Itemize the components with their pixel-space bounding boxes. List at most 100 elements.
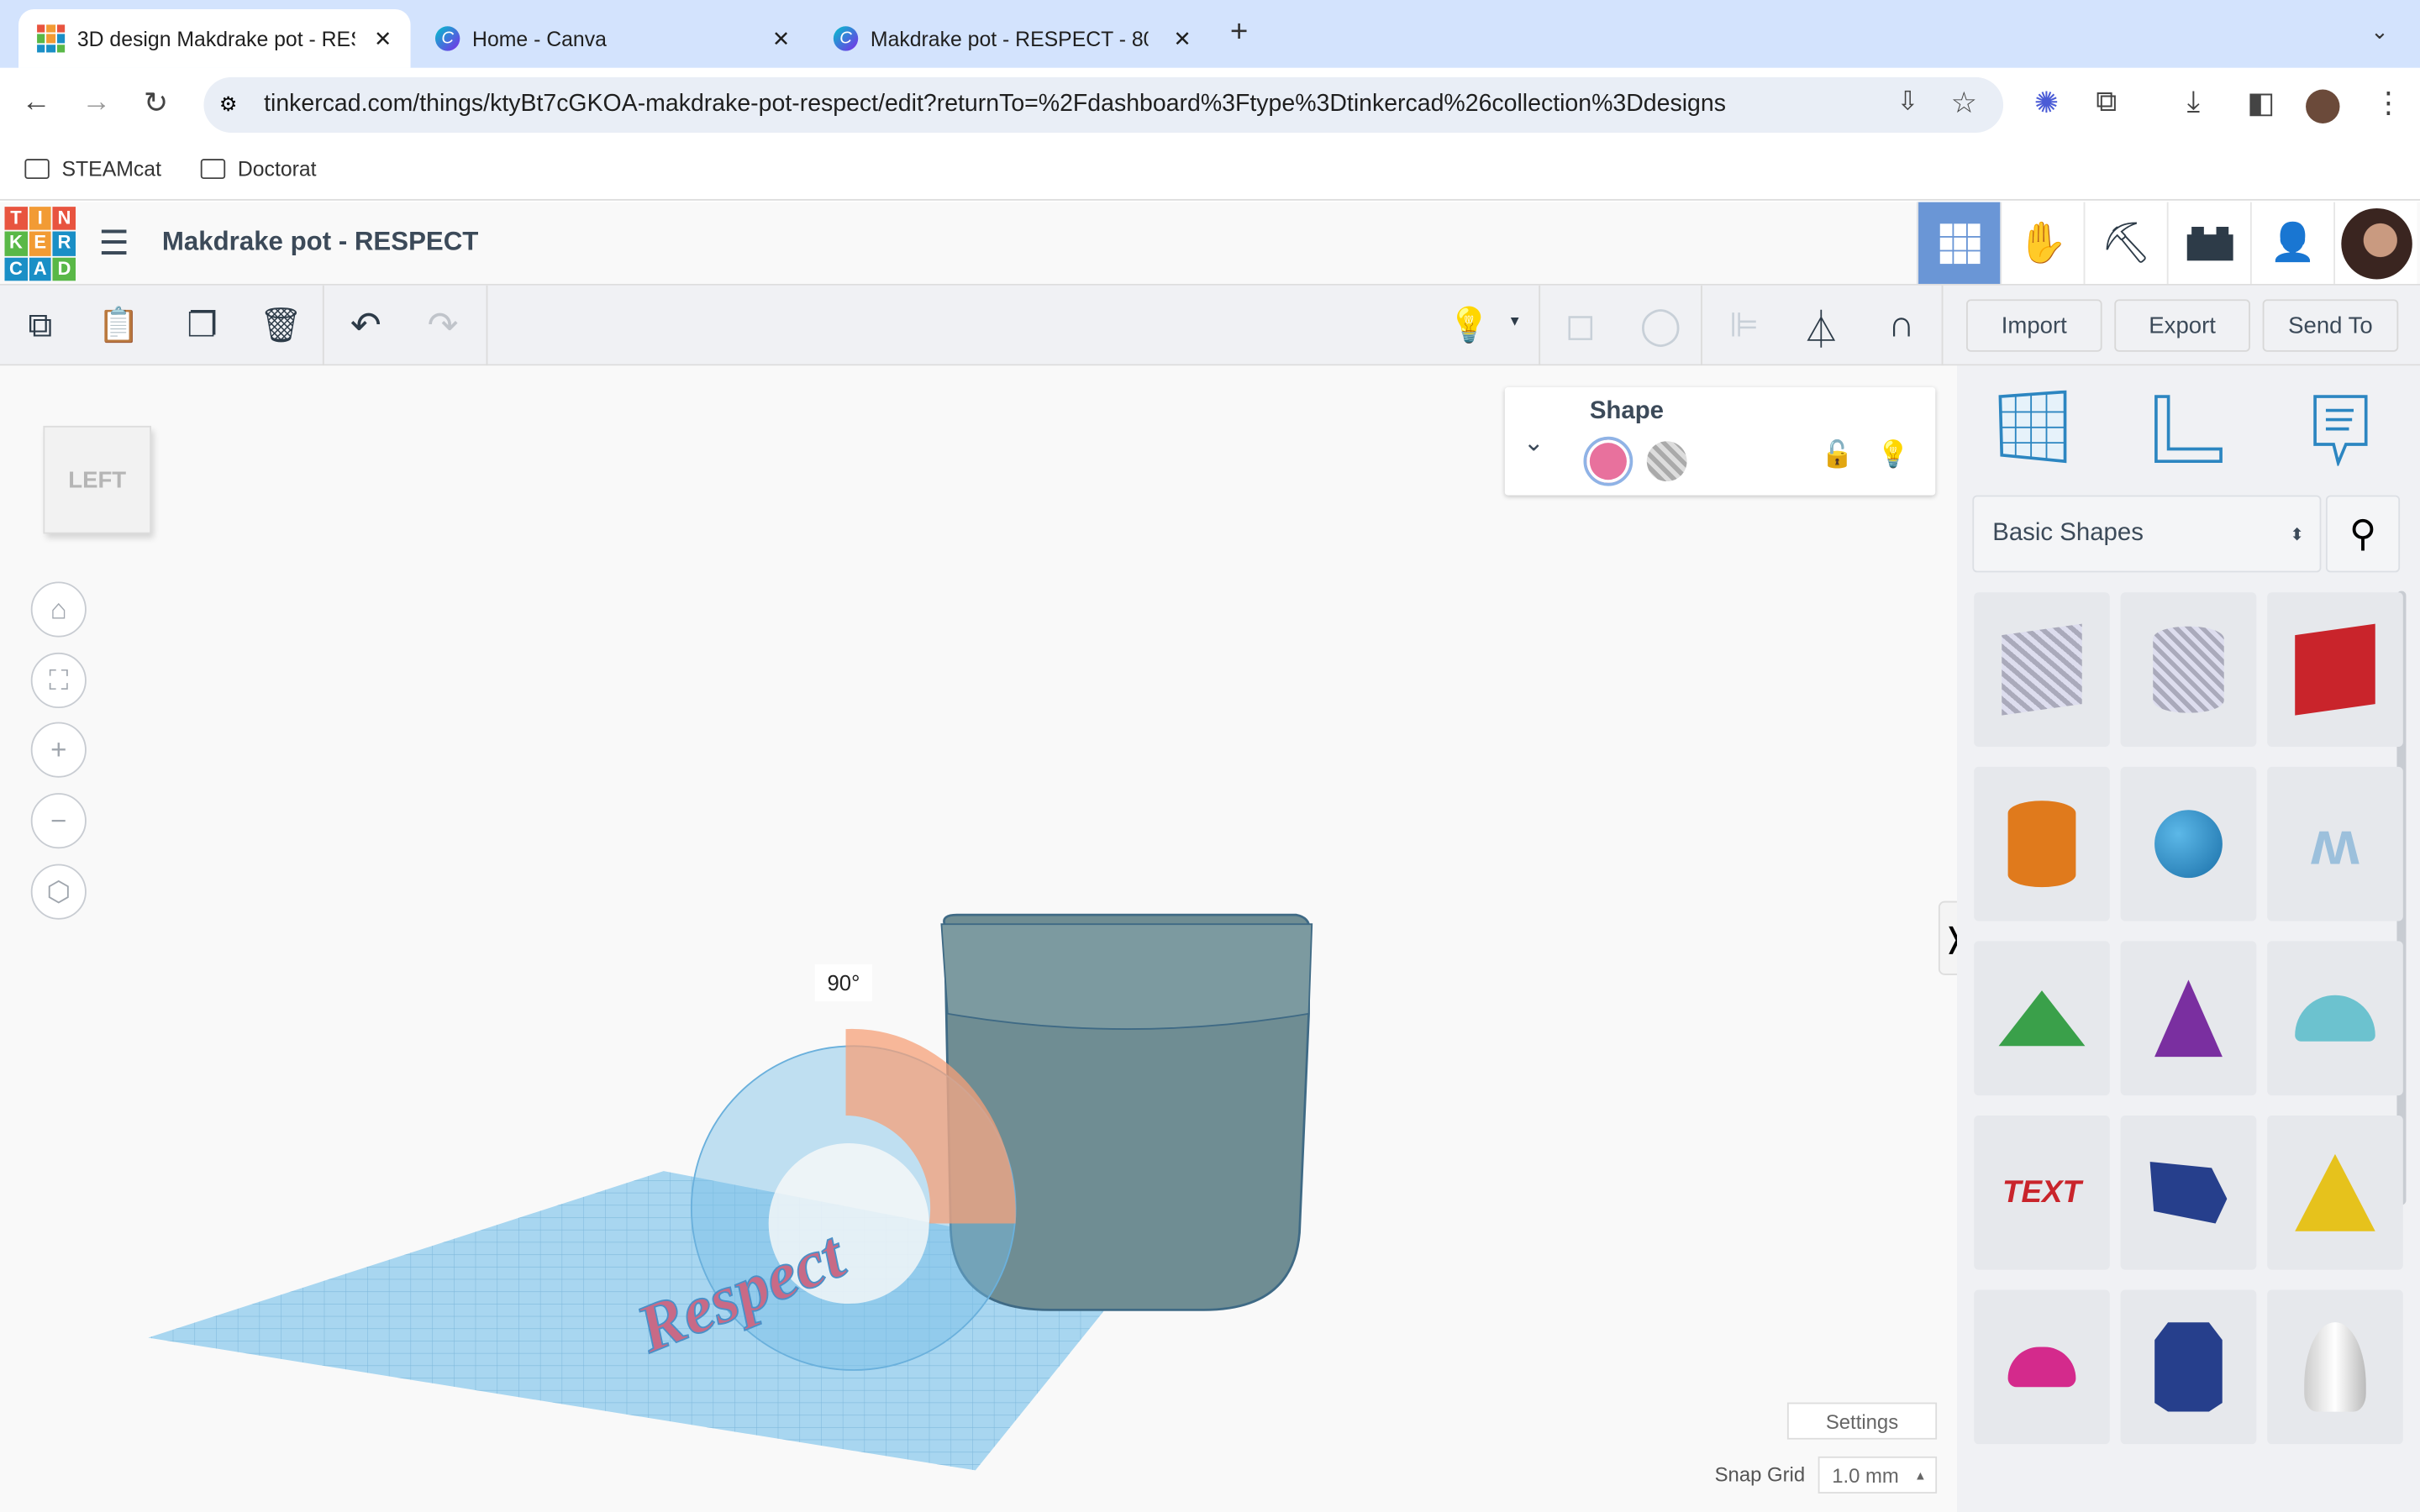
shape-half-sphere[interactable] [1974,1289,2110,1445]
shape-inspector [1504,387,1936,496]
back-icon[interactable]: ← [22,87,51,120]
shape-sphere[interactable] [2120,766,2257,921]
folder-icon [24,159,50,180]
shape-paraboloid[interactable] [2267,1289,2403,1445]
logo-letter: D [53,257,76,281]
import-button[interactable]: Import [1965,299,2102,352]
workplane-icon[interactable] [1997,390,2068,472]
shape-cone[interactable] [2120,941,2257,1096]
dropdown-arrow-icon[interactable]: ▼ [1507,313,1521,328]
close-tab-icon[interactable]: ✕ [772,25,791,51]
close-tab-icon[interactable]: ✕ [374,25,392,51]
tab-title: Makdrake pot - RESPECT - 800 [870,27,1149,50]
paste-icon[interactable]: 📋 [92,299,145,351]
canva-favicon: C [434,26,460,51]
export-button[interactable]: Export [2114,299,2250,352]
extension-icon[interactable]: ✺ [2034,87,2059,122]
scribble-icon: ʍ [2311,809,2360,878]
shape-roof[interactable] [1974,941,2110,1096]
3d-scene[interactable]: Respect [0,365,1957,1512]
search-shapes-button[interactable]: ⚲ [2325,495,2401,573]
ruler-icon[interactable] [2153,393,2223,472]
tab-title: Home - Canva [472,27,607,50]
bookmarks-bar [0,141,2420,201]
duplicate-icon[interactable]: ❐ [176,299,228,351]
hole-swatch[interactable] [1646,441,1687,482]
grid-icon [1939,223,1980,264]
add-user-icon[interactable]: 👤 [2249,202,2334,284]
tab-canva-design[interactable]: C Makdrake pot - RESPECT - 800 ✕ [815,9,1210,68]
menu-icon[interactable]: ⋮ [2374,87,2403,122]
divider [1941,285,1944,366]
lightbulb-icon[interactable]: 💡 [1443,299,1495,351]
brick-icon[interactable] [2166,202,2250,284]
bookmark-label: Doctorat [237,157,317,181]
shape-box[interactable] [2267,592,2403,747]
shape-cylinder[interactable] [1974,766,2110,921]
shape-round-roof[interactable] [2267,941,2403,1096]
roof-icon [1998,990,2086,1047]
forward-icon[interactable]: → [82,87,111,120]
design-title[interactable]: Makdrake pot - RESPECT [162,227,479,258]
send-to-button[interactable]: Send To [2262,299,2399,352]
visibility-bulb-icon[interactable]: 💡 [1876,439,1909,470]
hexagonal-prism-icon [2154,1322,2223,1412]
install-app-icon[interactable]: ⇩ [1897,87,1918,118]
notes-icon[interactable] [2312,392,2370,474]
close-tab-icon[interactable]: ✕ [1173,25,1192,51]
shape-grid: ʍ TEXT [1974,592,2403,1445]
settings-button[interactable]: Settings [1786,1402,1938,1440]
ungroup-icon[interactable]: ◯ [1634,299,1686,351]
tab-tinkercad[interactable]: 3D design Makdrake pot - RESPECT ✕ [18,9,411,68]
bookmark-star-icon[interactable]: ☆ [1951,87,1977,122]
shape-scribble[interactable]: ʍ [2267,766,2403,921]
side-panel-icon[interactable]: ◧ [2247,87,2275,122]
undo-icon[interactable]: ↶ [339,299,392,351]
profile-avatar[interactable] [2306,89,2340,123]
shape-inspector-title: Shape [1589,397,1665,425]
align-icon[interactable]: ⊫ [1718,299,1770,351]
tab-canva-home[interactable]: C Home - Canva ✕ [417,9,809,68]
bookmark-steamcat[interactable]: STEAMcat [24,157,161,181]
cylinder-icon [2007,801,2076,888]
user-avatar[interactable] [2333,202,2417,284]
delete-trash-icon[interactable]: 🗑 [255,299,307,351]
download-icon[interactable]: ⤓ [2187,87,2200,120]
logo-letter: R [53,232,76,256]
tinkercad-logo[interactable]: TIN KER CAD [4,207,76,281]
divider [1539,285,1541,366]
design-list-icon[interactable]: ☰ [99,223,129,264]
shape-category-select[interactable]: Basic Shapes ⬍ [1972,495,2322,573]
shape-box-hole[interactable] [1974,592,2110,747]
shape-polygon[interactable] [2120,1115,2257,1270]
address-bar[interactable]: tinkercad.com/things/ktyBt7cGKOA-makdrak… [203,76,2004,133]
group-icon[interactable]: ◻ [1555,299,1607,351]
site-info-icon[interactable]: ⚙ [219,92,237,117]
shape-text[interactable]: TEXT [1974,1115,2110,1270]
bookmark-label: STEAMcat [61,157,161,181]
snap-grid-value: 1.0 mm [1832,1463,1899,1487]
copy-icon[interactable]: ⧉ [14,299,66,351]
lock-icon[interactable]: 🔓 [1821,439,1854,470]
codeblocks-icon[interactable]: ✋ [2000,202,2084,284]
tab-search-chevron-icon[interactable]: ⌄ [2370,18,2389,45]
cruise-magnet-icon[interactable]: ∩ [1876,299,1928,351]
bookmark-doctorat[interactable]: Doctorat [200,157,317,181]
reload-icon[interactable]: ↻ [144,87,168,122]
solid-color-swatch[interactable] [1583,436,1634,486]
mirror-icon[interactable]: ⏃ [1795,299,1847,351]
minecraft-pickaxe-icon[interactable]: ⛏ [2083,202,2167,284]
collapse-chevron-icon[interactable]: ⌄ [1523,428,1544,459]
shape-pyramid[interactable] [2267,1115,2403,1270]
folder-icon [200,159,226,180]
shape-hexagonal-prism[interactable] [2120,1289,2257,1445]
snap-grid-select[interactable]: 1.0 mm ▲ [1818,1456,1938,1494]
extensions-puzzle-icon[interactable]: ⧉ [2096,87,2117,120]
3d-design-view-button[interactable] [1917,202,2001,284]
snap-grid-label: Snap Grid [1714,1462,1806,1486]
new-tab-button[interactable]: + [1230,15,1248,50]
logo-letter: C [4,257,28,281]
shape-cylinder-hole[interactable] [2120,592,2257,747]
redo-icon[interactable]: ↷ [417,299,469,351]
tinkercad-favicon [37,24,66,53]
